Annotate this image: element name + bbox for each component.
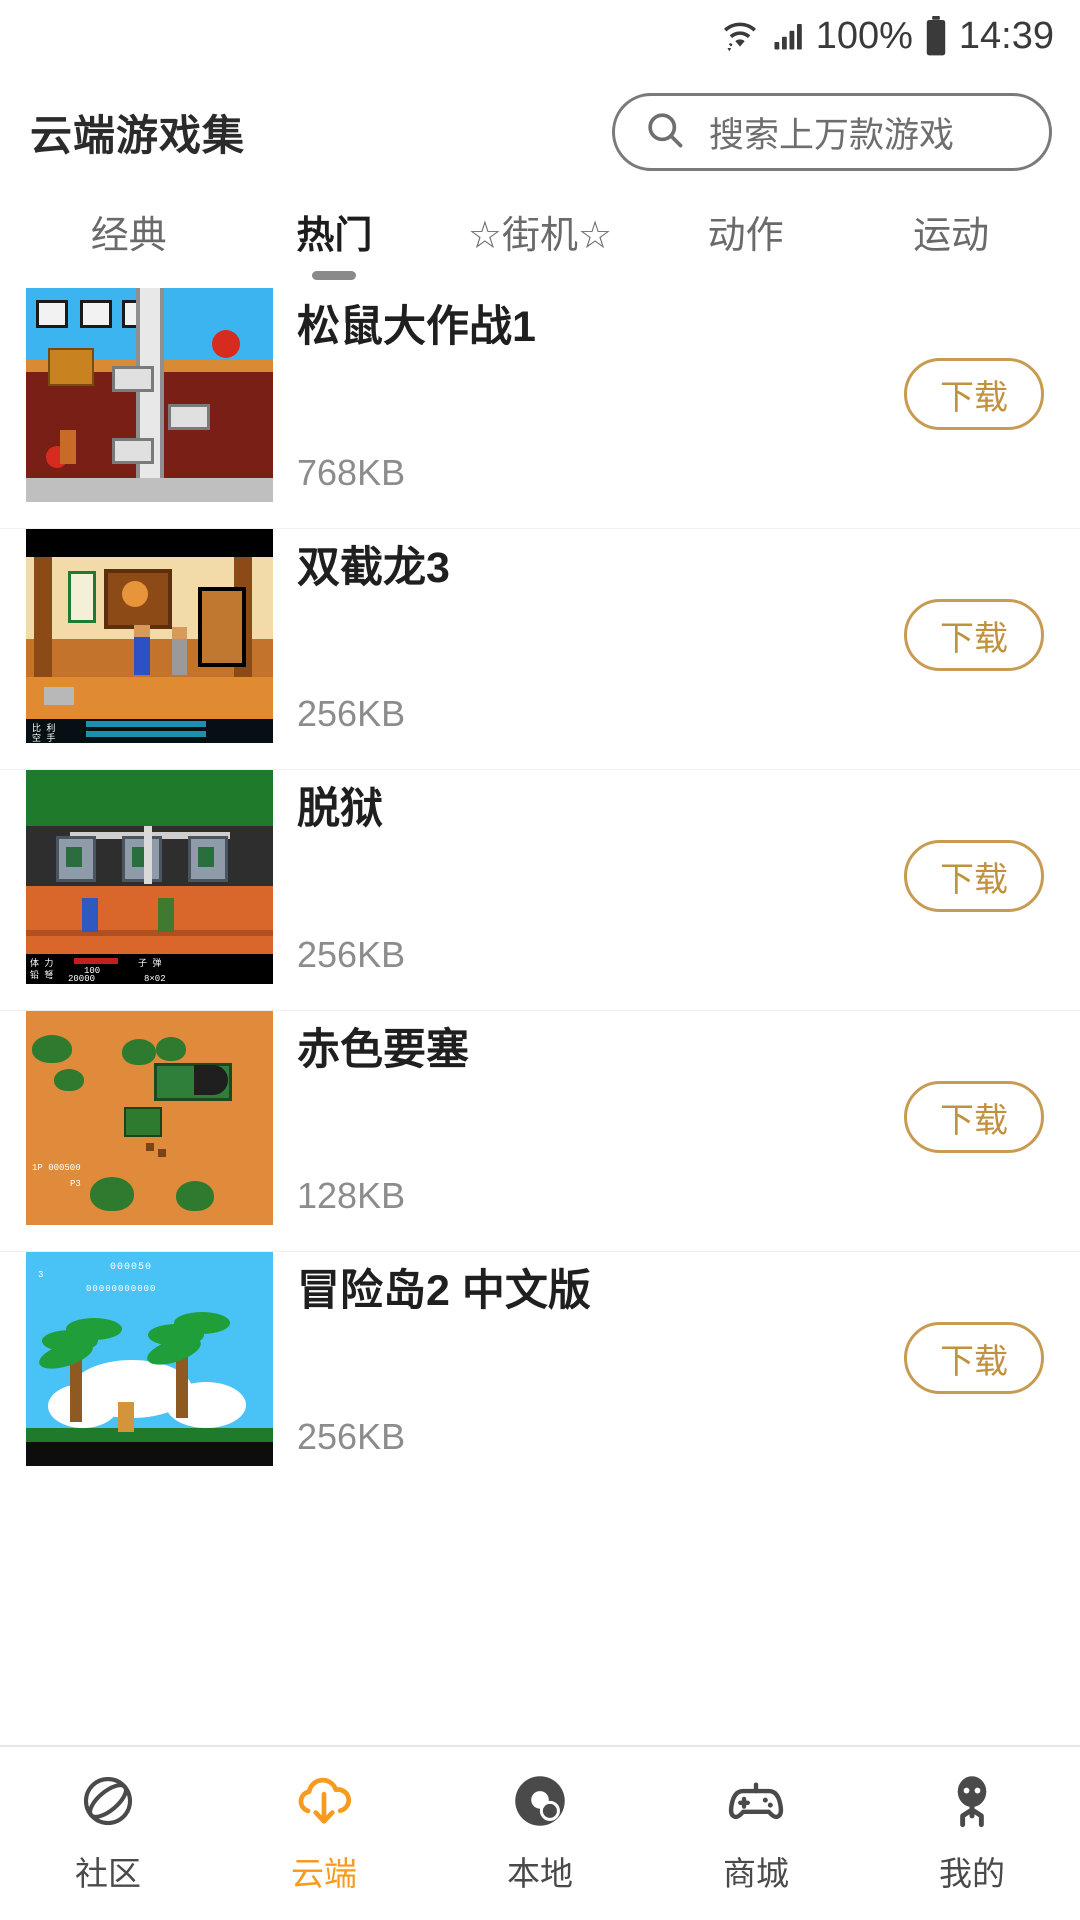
battery-percent-label: 100% xyxy=(815,14,913,57)
tab-hot[interactable]: 热门 xyxy=(232,198,438,280)
cloud-download-icon xyxy=(291,1765,357,1837)
nav-item-cloud[interactable]: 云端 xyxy=(216,1765,432,1895)
game-info: 赤色要塞 128KB 下载 xyxy=(273,1011,1080,1225)
nav-item-store[interactable]: 商城 xyxy=(648,1765,864,1895)
nav-label: 商城 xyxy=(723,1855,789,1892)
game-title: 双截龙3 xyxy=(297,544,450,592)
game-size: 256KB xyxy=(297,934,406,975)
tab-label: 经典 xyxy=(90,215,167,257)
bottom-navigation: 社区 云端 本地 商城 我的 xyxy=(0,1745,1080,1920)
download-button-label: 下载 xyxy=(940,1101,1008,1140)
app-header: 云端游戏集 搜索上万款游戏 xyxy=(0,72,1080,192)
category-tabbar: 经典 热门 ☆街机☆ 动作 运动 xyxy=(0,192,1080,282)
game-size: 256KB xyxy=(297,1416,406,1457)
nav-label: 我的 xyxy=(939,1855,1005,1892)
game-title: 脱狱 xyxy=(297,785,383,833)
download-button-label: 下载 xyxy=(940,619,1008,658)
list-item[interactable]: 比 利 空 手 双截龙3 256KB 下载 xyxy=(0,529,1080,770)
download-button[interactable]: 下载 xyxy=(904,599,1044,671)
game-thumbnail: 3 000050 00000000000 xyxy=(26,1252,273,1466)
download-button[interactable]: 下载 xyxy=(904,358,1044,430)
search-icon xyxy=(643,108,687,157)
local-disc-icon xyxy=(507,1765,573,1837)
tab-label: ☆街机☆ xyxy=(467,215,613,257)
signal-icon xyxy=(770,18,806,54)
game-thumbnail: 比 利 空 手 xyxy=(26,529,273,743)
game-size: 256KB xyxy=(297,693,406,734)
page-title: 云端游戏集 xyxy=(30,111,246,159)
tab-sports[interactable]: 运动 xyxy=(848,198,1054,280)
game-info: 脱狱 256KB 下载 xyxy=(273,770,1080,984)
game-size: 768KB xyxy=(297,452,406,493)
search-input[interactable]: 搜索上万款游戏 xyxy=(612,93,1052,171)
download-button-label: 下载 xyxy=(940,1342,1008,1381)
battery-icon xyxy=(923,16,949,56)
planet-orbit-icon xyxy=(75,1765,141,1837)
download-button-label: 下载 xyxy=(940,860,1008,899)
list-item[interactable]: 体 力 铅 弩 子 弹 100 20000 8×02 脱狱 256KB 下载 xyxy=(0,770,1080,1011)
nav-item-community[interactable]: 社区 xyxy=(0,1765,216,1895)
nav-label: 本地 xyxy=(507,1855,573,1892)
game-title: 松鼠大作战1 xyxy=(297,303,536,351)
list-item[interactable]: 3 000050 00000000000 冒险岛2 中文版 256KB 下载 xyxy=(0,1252,1080,1493)
game-list[interactable]: 松鼠大作战1 768KB 下载 比 利 空 手 双截龙3 256KB 下载 体 … xyxy=(0,288,1080,1745)
game-thumbnail xyxy=(26,288,273,502)
tab-label: 运动 xyxy=(913,215,990,257)
game-info: 松鼠大作战1 768KB 下载 xyxy=(273,288,1080,502)
tab-label: 热门 xyxy=(296,215,373,257)
tab-active-indicator xyxy=(312,271,357,280)
gamepad-icon xyxy=(721,1765,791,1837)
game-thumbnail: 1P 000500 P3 xyxy=(26,1011,273,1225)
wifi-icon xyxy=(720,16,760,56)
game-thumbnail: 体 力 铅 弩 子 弹 100 20000 8×02 xyxy=(26,770,273,984)
download-button[interactable]: 下载 xyxy=(904,1081,1044,1153)
game-info: 双截龙3 256KB 下载 xyxy=(273,529,1080,743)
nav-item-local[interactable]: 本地 xyxy=(432,1765,648,1895)
game-title: 赤色要塞 xyxy=(297,1026,469,1074)
game-info: 冒险岛2 中文版 256KB 下载 xyxy=(273,1252,1080,1466)
download-button-label: 下载 xyxy=(940,378,1008,417)
nav-label: 云端 xyxy=(291,1855,357,1892)
search-placeholder-label: 搜索上万款游戏 xyxy=(709,115,955,155)
download-button[interactable]: 下载 xyxy=(904,840,1044,912)
game-size: 128KB xyxy=(297,1175,406,1216)
tab-arcade[interactable]: ☆街机☆ xyxy=(437,198,643,280)
game-title: 冒险岛2 中文版 xyxy=(297,1267,591,1315)
status-bar: 100% 14:39 xyxy=(0,0,1080,72)
download-button[interactable]: 下载 xyxy=(904,1322,1044,1394)
tab-classic[interactable]: 经典 xyxy=(26,198,232,280)
tab-action[interactable]: 动作 xyxy=(643,198,849,280)
nav-item-profile[interactable]: 我的 xyxy=(864,1765,1080,1895)
list-item[interactable]: 1P 000500 P3 赤色要塞 128KB 下载 xyxy=(0,1011,1080,1252)
tab-label: 动作 xyxy=(707,215,784,257)
person-icon xyxy=(939,1765,1005,1837)
nav-label: 社区 xyxy=(75,1855,141,1892)
clock-label: 14:39 xyxy=(958,14,1054,57)
list-item[interactable]: 松鼠大作战1 768KB 下载 xyxy=(0,288,1080,529)
